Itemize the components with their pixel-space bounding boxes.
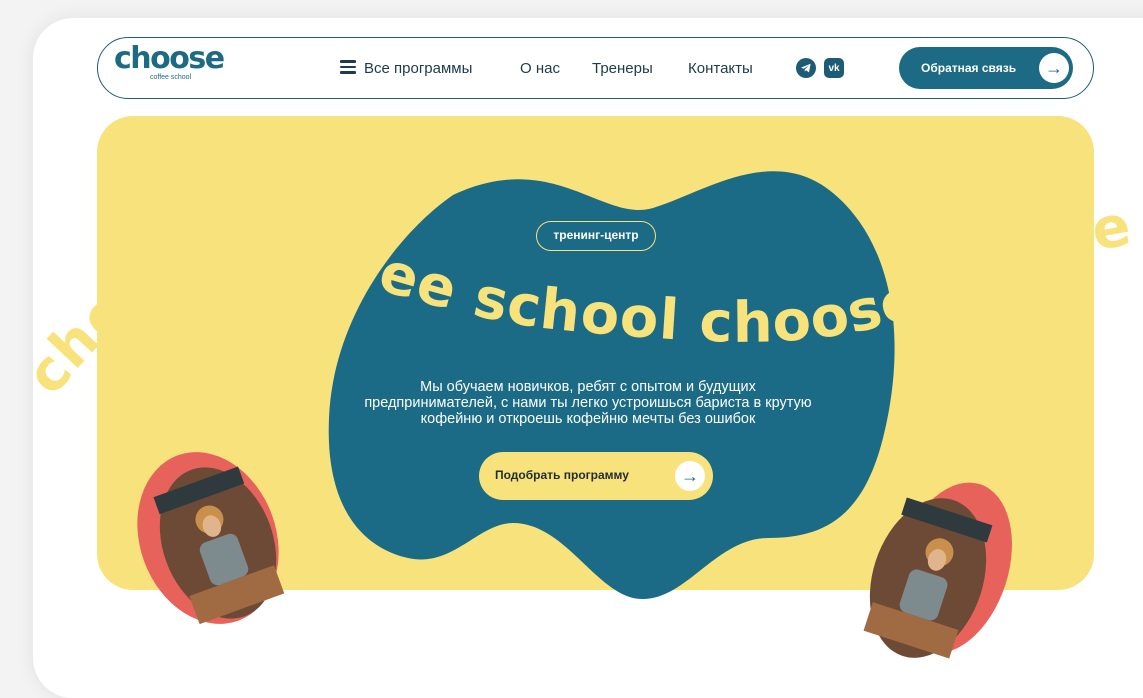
nav-about[interactable]: О нас: [520, 60, 560, 77]
choose-program-label: Подобрать программу: [495, 468, 629, 482]
menu-icon[interactable]: [340, 60, 356, 74]
barista-photo-left: [137, 452, 285, 625]
telegram-icon[interactable]: [796, 58, 816, 78]
nav-contacts[interactable]: Контакты: [688, 60, 753, 77]
arrow-right-icon: →: [675, 461, 705, 491]
nav-trainers[interactable]: Тренеры: [592, 60, 653, 77]
training-center-badge: тренинг-центр: [536, 221, 656, 251]
choose-program-button[interactable]: Подобрать программу →: [479, 452, 713, 500]
arrow-right-icon: →: [1039, 53, 1069, 83]
logo[interactable]: choose coffee school: [114, 41, 225, 82]
logo-subtitle: coffee school: [150, 74, 192, 81]
feedback-button-label: Обратная связь: [921, 61, 1017, 75]
logo-wordmark: choose: [114, 41, 225, 76]
page-frame: choose coffee school Все программы О нас…: [33, 18, 1143, 698]
feedback-button[interactable]: Обратная связь →: [899, 47, 1073, 89]
vk-icon[interactable]: vk: [824, 58, 844, 78]
vk-icon-text: vk: [828, 62, 840, 74]
site-header: choose coffee school Все программы О нас…: [97, 37, 1094, 99]
hero-description: Мы обучаем новичков, ребят с опытом и бу…: [364, 379, 812, 427]
nav-all-programs[interactable]: Все программы: [364, 60, 472, 77]
barista-photo-right: [863, 482, 1012, 659]
